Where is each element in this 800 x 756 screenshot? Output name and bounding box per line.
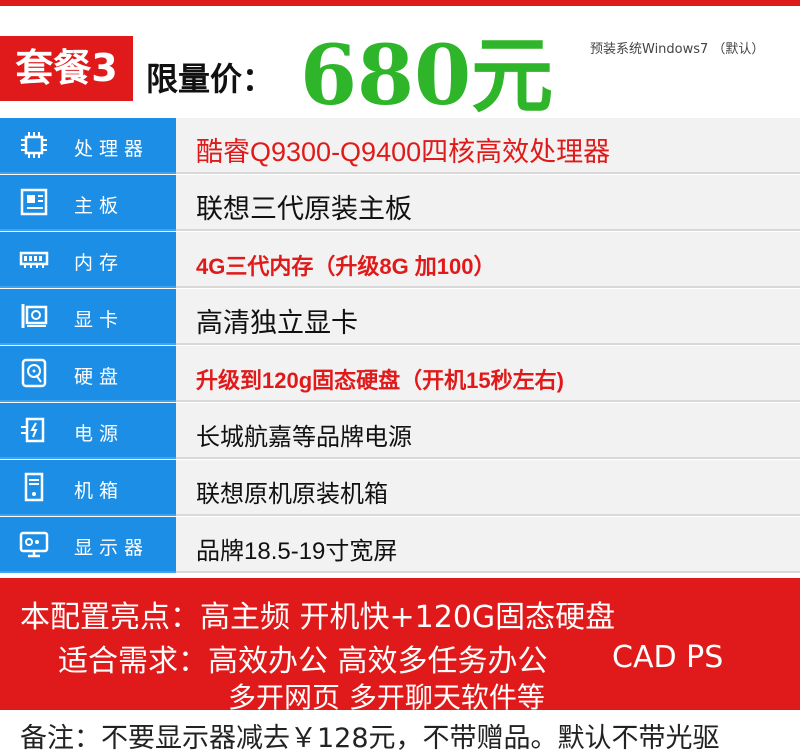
price-label: 限量价： xyxy=(146,60,275,98)
spec-value-cell: 联想原机原装机箱 xyxy=(176,460,800,516)
spec-value-cell: 品牌18.5-19寸宽屏 xyxy=(176,517,800,573)
spec-row-disk: 硬盘 升级到120g固态硬盘（开机15秒左右) xyxy=(0,346,800,402)
remark-bar: 备注：不要显示器减去￥128元，不带赠品。默认不带光驱 xyxy=(0,710,800,756)
spec-row-graphics: 显卡 高清独立显卡 xyxy=(0,289,800,345)
price-value: 680元 xyxy=(300,28,554,124)
remark-text: 备注：不要显示器减去￥128元，不带赠品。默认不带光驱 xyxy=(20,723,720,754)
cpu-icon xyxy=(18,130,50,160)
spec-label: 显示器 xyxy=(74,537,150,559)
spec-label: 主板 xyxy=(74,195,125,217)
spec-value-cell: 高清独立显卡 xyxy=(176,289,800,345)
spec-value: 长城航嘉等品牌电源 xyxy=(196,424,412,451)
spec-label: 显卡 xyxy=(74,309,125,331)
spec-label: 机箱 xyxy=(74,480,125,502)
spec-label-cell: 机箱 xyxy=(0,460,176,516)
spec-value-cell: 4G三代内存（升级8G 加100） xyxy=(176,232,800,288)
header: 套餐3 限量价： 680元 预装系统Windows7 （默认） xyxy=(0,6,800,124)
graphics-card-icon xyxy=(18,301,50,331)
software-tags: CAD PS xyxy=(612,640,724,675)
case-icon xyxy=(18,472,50,502)
motherboard-icon xyxy=(18,187,50,217)
highlights-panel: 本配置亮点：高主频 开机快+120G固态硬盘 适合需求：高效办公 高效多任务办公… xyxy=(0,578,800,714)
spec-row-case: 机箱 联想原机原装机箱 xyxy=(0,460,800,516)
spec-row-power: 电源 长城航嘉等品牌电源 xyxy=(0,403,800,459)
spec-row-monitor: 显示器 品牌18.5-19寸宽屏 xyxy=(0,517,800,573)
power-supply-icon xyxy=(18,415,50,445)
spec-label-cell: 电源 xyxy=(0,403,176,459)
spec-label-cell: 处理器 xyxy=(0,118,176,174)
spec-label-cell: 显卡 xyxy=(0,289,176,345)
requirement-line: 适合需求：高效办公 高效多任务办公 xyxy=(58,644,548,679)
spec-label: 硬盘 xyxy=(74,366,125,388)
spec-value: 联想原机原装机箱 xyxy=(196,481,388,508)
spec-value-cell: 酷睿Q9300-Q9400四核高效处理器 xyxy=(176,118,800,174)
os-note: 预装系统Windows7 （默认） xyxy=(590,42,765,57)
package-badge: 套餐3 xyxy=(0,36,133,101)
spec-table: 处理器 酷睿Q9300-Q9400四核高效处理器 主板 联想三代原装主板 内存 … xyxy=(0,118,800,578)
spec-row-memory: 内存 4G三代内存（升级8G 加100） xyxy=(0,232,800,288)
spec-value-cell: 联想三代原装主板 xyxy=(176,175,800,231)
spec-label-cell: 显示器 xyxy=(0,517,176,573)
spec-value: 升级到120g固态硬盘（开机15秒左右) xyxy=(196,368,564,393)
spec-label-cell: 内存 xyxy=(0,232,176,288)
spec-label-cell: 主板 xyxy=(0,175,176,231)
monitor-icon xyxy=(18,529,50,559)
highlight-line: 本配置亮点：高主频 开机快+120G固态硬盘 xyxy=(20,600,616,635)
spec-value: 高清独立显卡 xyxy=(196,308,358,338)
spec-value: 品牌18.5-19寸宽屏 xyxy=(196,538,398,565)
spec-value: 4G三代内存（升级8G 加100） xyxy=(196,254,496,279)
spec-value-cell: 长城航嘉等品牌电源 xyxy=(176,403,800,459)
spec-label: 处理器 xyxy=(74,138,150,160)
spec-row-motherboard: 主板 联想三代原装主板 xyxy=(0,175,800,231)
spec-label: 电源 xyxy=(74,423,125,445)
hard-disk-icon xyxy=(18,358,50,388)
spec-label-cell: 硬盘 xyxy=(0,346,176,402)
spec-label: 内存 xyxy=(74,252,125,274)
spec-value: 联想三代原装主板 xyxy=(196,194,412,224)
memory-icon xyxy=(18,244,50,274)
spec-value: 酷睿Q9300-Q9400四核高效处理器 xyxy=(196,137,611,167)
spec-row-cpu: 处理器 酷睿Q9300-Q9400四核高效处理器 xyxy=(0,118,800,174)
spec-value-cell: 升级到120g固态硬盘（开机15秒左右) xyxy=(176,346,800,402)
